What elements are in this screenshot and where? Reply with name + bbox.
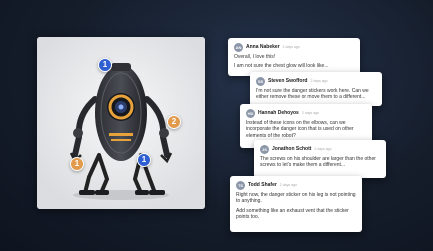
annotation-pin[interactable]: 1: [98, 58, 112, 72]
comment-card[interactable]: AN Anna Nabeker 2 days ago Overall, I lo…: [228, 38, 360, 76]
avatar: AN: [234, 42, 243, 52]
comment-time: 2 days ago: [301, 111, 319, 115]
avatar: HD: [246, 108, 255, 118]
design-image: 1 2 1 1 2: [37, 37, 205, 209]
comment-body: The screws on his shoulder are larger th…: [260, 156, 376, 169]
comment-body: Instead of these icons on the elbows, ca…: [246, 120, 354, 139]
comment-author: Jonathon Schott: [272, 146, 312, 152]
avatar: JS: [260, 144, 269, 154]
avatar: SS: [256, 76, 265, 86]
annotation-pin[interactable]: 1: [137, 153, 151, 167]
comment-card[interactable]: TS Todd Shafer 2 days ago Right now, the…: [230, 176, 362, 232]
comment-author: Anna Nabeker: [246, 44, 280, 50]
comment-card[interactable]: JS Jonathon Schott 2 days ago The screws…: [254, 140, 386, 178]
comment-time: 2 days ago: [282, 45, 300, 49]
comment-body: Right now, the danger sticker on his leg…: [236, 192, 356, 220]
comment-body: Overall, I love this! I am not sure the …: [234, 54, 329, 70]
comment-time: 2 days ago: [310, 79, 328, 83]
comment-author: Steven Swofford: [268, 78, 308, 84]
annotation-pin[interactable]: 1: [70, 157, 84, 171]
comment-time: 2 days ago: [314, 147, 332, 151]
comment-card[interactable]: SS Steven Swofford 2 days ago I'm not su…: [250, 72, 382, 106]
comment-author: Hannah Dehoyos: [258, 110, 299, 116]
comment-body: I'm not sure the danger stickers work he…: [256, 88, 369, 101]
comment-time: 2 days ago: [279, 183, 297, 187]
comment-author: Todd Shafer: [248, 182, 277, 188]
avatar: TS: [236, 180, 245, 190]
annotation-pin[interactable]: 2: [167, 115, 181, 129]
